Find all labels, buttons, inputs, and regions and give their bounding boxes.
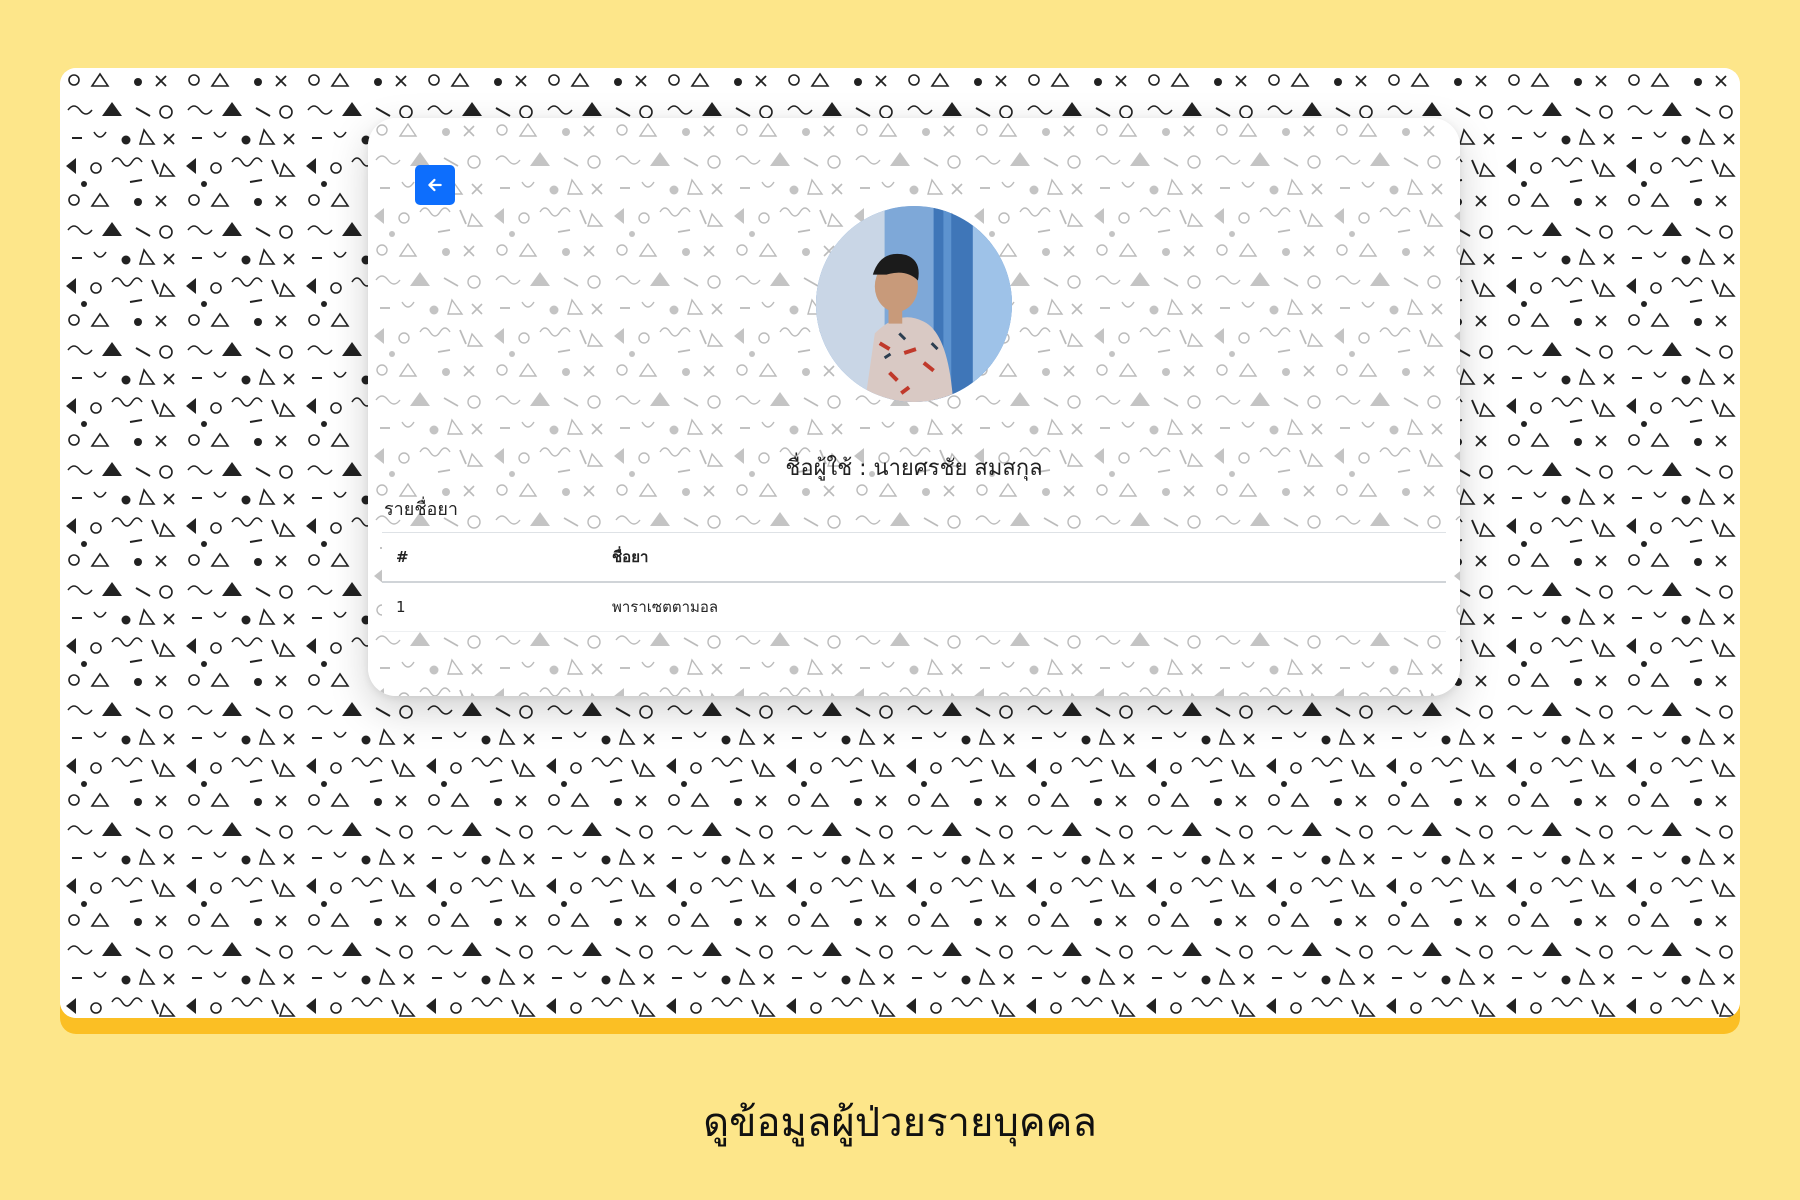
medication-list-title: รายชื่อยา	[384, 499, 459, 520]
row-drug-name: พาราเซตตามอล	[598, 582, 1446, 632]
table-header-row: # ชื่อยา	[382, 532, 1446, 583]
back-button[interactable]	[415, 165, 455, 205]
column-header-number: #	[382, 532, 598, 583]
screenshot-frame: ชื่อผู้ใช้ : นายศรชัย สมสกุล รายชื่อยา #…	[60, 68, 1740, 1034]
page-caption: ดูข้อมูลผู้ป่วยรายบุคคล	[703, 1100, 1097, 1146]
app-screen: ชื่อผู้ใช้ : นายศรชัย สมสกุล รายชื่อยา #…	[60, 68, 1740, 1018]
avatar-photo	[816, 206, 1012, 402]
row-number: 1	[382, 582, 598, 632]
user-name: ชื่อผู้ใช้ : นายศรชัย สมสกุล	[785, 456, 1043, 481]
avatar	[816, 206, 1012, 402]
table-row: 1 พาราเซตตามอล	[382, 582, 1446, 632]
arrow-left-icon	[428, 178, 442, 192]
column-header-drug-name: ชื่อยา	[598, 532, 1446, 583]
medication-table: # ชื่อยา 1 พาราเซตตามอล	[382, 532, 1446, 632]
patient-card: ชื่อผู้ใช้ : นายศรชัย สมสกุล รายชื่อยา #…	[368, 118, 1460, 696]
